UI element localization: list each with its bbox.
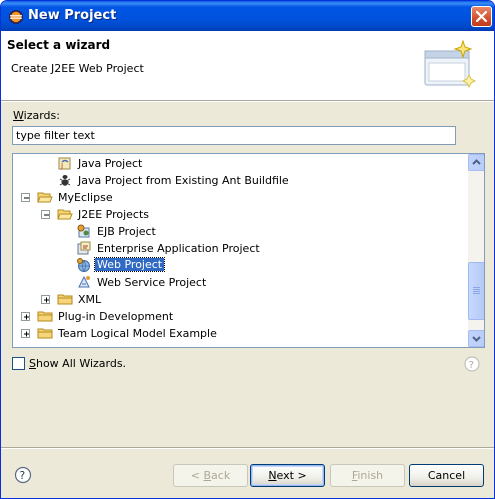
- tree-item-myeclipse[interactable]: MyEclipse: [13, 189, 468, 206]
- expand-toggle-icon[interactable]: [41, 295, 50, 304]
- tree-item-label: Java Project from Existing Ant Buildfile: [78, 174, 289, 187]
- new-wizard-banner-icon: [424, 39, 477, 89]
- close-icon: [476, 11, 487, 22]
- tree-item-label: XML: [78, 293, 102, 306]
- tree-vertical-scrollbar[interactable]: [468, 154, 484, 347]
- tree-item-label: Web Project: [93, 257, 166, 272]
- tree-item-label: MyEclipse: [58, 191, 113, 204]
- tree-item-label: J2EE Projects: [78, 208, 150, 221]
- banner-separator: [1, 101, 494, 102]
- tree-item-label: Web Service Project: [97, 276, 207, 289]
- tree-item-label: Enterprise Application Project: [97, 242, 260, 255]
- help-button[interactable]: ?: [14, 466, 32, 484]
- web-service-icon: [78, 275, 90, 288]
- tree-item-enterprise-app[interactable]: Enterprise Application Project: [13, 240, 468, 257]
- new-project-dialog: New Project Select a wizard Create J2EE …: [0, 0, 495, 499]
- collapse-toggle-icon[interactable]: [41, 210, 50, 219]
- tree-item-label: Team Logical Model Example: [58, 327, 217, 340]
- tree-item-team-logical-model[interactable]: Team Logical Model Example: [13, 325, 468, 342]
- tree-item-label: Java Project: [78, 157, 143, 170]
- cancel-button[interactable]: Cancel: [409, 464, 484, 487]
- close-button[interactable]: [471, 6, 492, 27]
- chevron-down-icon: [472, 336, 481, 342]
- help-icon: ?: [464, 356, 480, 372]
- collapse-toggle-icon[interactable]: [21, 193, 30, 202]
- tree-item-java-project[interactable]: J Java Project: [13, 155, 468, 172]
- finish-button[interactable]: Finish: [330, 464, 405, 487]
- java-project-icon: J: [58, 157, 71, 170]
- window-title: New Project: [28, 8, 117, 23]
- tree-item-web-service-project[interactable]: Web Service Project: [13, 274, 468, 291]
- eclipse-icon: [9, 10, 23, 24]
- next-button[interactable]: Next >: [250, 464, 325, 487]
- scroll-thumb[interactable]: [468, 262, 484, 320]
- enterprise-app-icon: [77, 241, 91, 255]
- show-all-wizards-label: Show All Wizards.: [29, 357, 127, 370]
- folder-open-icon: [57, 209, 73, 220]
- filter-input[interactable]: [12, 126, 456, 145]
- wizard-banner: Select a wizard Create J2EE Web Project: [1, 31, 494, 101]
- expand-toggle-icon[interactable]: [21, 312, 30, 321]
- tree-item-ejb-project[interactable]: EJB Project: [13, 223, 468, 240]
- chevron-up-icon: [472, 159, 481, 165]
- tree-item-plugin-development[interactable]: Plug-in Development: [13, 308, 468, 325]
- banner-title: Select a wizard: [7, 38, 111, 52]
- checkbox-box[interactable]: [12, 357, 25, 370]
- wizard-tree[interactable]: J Java Project Java Project from Existin…: [12, 153, 485, 348]
- folder-icon: [37, 328, 53, 339]
- folder-icon: [57, 294, 73, 305]
- web-project-icon: [77, 258, 90, 272]
- svg-text:?: ?: [19, 469, 25, 482]
- ant-icon: [59, 175, 71, 186]
- folder-open-icon: [37, 192, 53, 203]
- folder-icon: [37, 311, 53, 322]
- tree-item-xml[interactable]: XML: [13, 291, 468, 308]
- tree-item-ant-project[interactable]: Java Project from Existing Ant Buildfile: [13, 172, 468, 189]
- tree-item-j2ee-projects[interactable]: J2EE Projects: [13, 206, 468, 223]
- expand-toggle-icon[interactable]: [21, 329, 30, 338]
- tree-item-label: EJB Project: [97, 225, 156, 238]
- tree-item-web-project[interactable]: Web Project: [13, 257, 468, 274]
- banner-description: Create J2EE Web Project: [11, 62, 144, 75]
- back-button[interactable]: < Back: [173, 464, 248, 487]
- wizards-label: Wizards:: [13, 109, 60, 122]
- svg-text:J: J: [60, 162, 63, 170]
- ejb-project-icon: [77, 224, 90, 238]
- scroll-down-button[interactable]: [468, 330, 484, 347]
- title-bar[interactable]: New Project: [1, 1, 494, 31]
- scroll-up-button[interactable]: [468, 154, 484, 171]
- svg-text:?: ?: [469, 360, 474, 371]
- tree-item-label: Plug-in Development: [58, 310, 174, 323]
